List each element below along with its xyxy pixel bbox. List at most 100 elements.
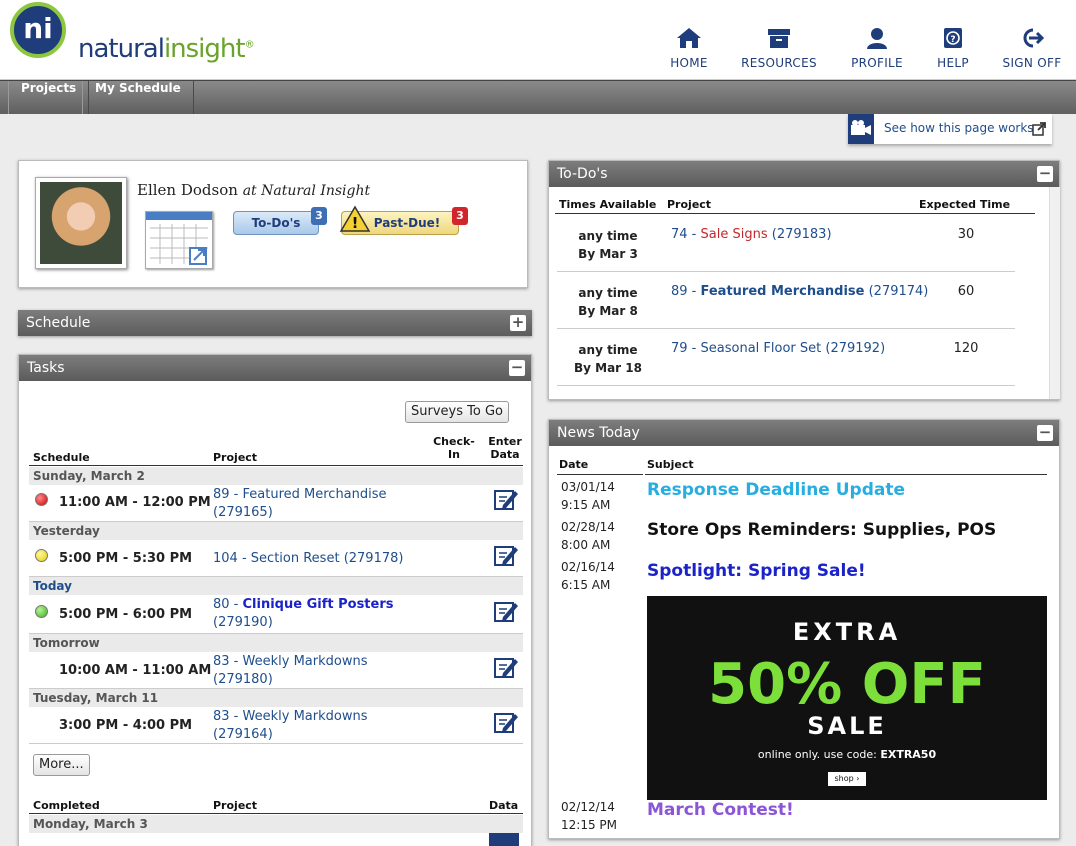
enter-data-icon[interactable] xyxy=(493,487,519,511)
task-project-link[interactable]: 80 - Clinique Gift Posters (279190) xyxy=(213,596,413,632)
completed-data-icon[interactable] xyxy=(489,833,519,846)
todos-scrollbar[interactable] xyxy=(1049,187,1060,399)
task-time: 3:00 PM - 4:00 PM xyxy=(59,718,193,733)
nav-help[interactable]: ? HELP xyxy=(908,26,998,70)
news-subject-link[interactable]: March Contest! xyxy=(647,800,794,820)
enter-data-icon[interactable] xyxy=(493,543,519,567)
col-completed: Completed xyxy=(33,799,100,812)
collapse-icon[interactable]: − xyxy=(1037,425,1053,441)
todos-panel-title: To-Do's xyxy=(557,166,608,182)
profile-card: Ellen Dodson at Natural Insight To-Do's … xyxy=(18,160,528,288)
external-link-icon xyxy=(1032,122,1046,136)
status-yellow-icon xyxy=(35,549,48,562)
col-check-in: Check- In xyxy=(431,435,477,461)
promo-line-percent: 50% OFF xyxy=(708,652,986,717)
promo-line-extra: EXTRA xyxy=(792,618,902,646)
col-news-date: Date xyxy=(559,458,589,471)
news-date: 02/28/14 8:00 AM xyxy=(561,520,615,552)
sub-navigation: Projects My Schedule xyxy=(0,80,1076,114)
nav-home-label: HOME xyxy=(670,56,708,70)
subnav-projects[interactable]: Projects xyxy=(8,81,90,114)
nav-sign-off-label: SIGN OFF xyxy=(1002,56,1062,70)
col-expected-time: Expected Time xyxy=(919,198,1011,211)
promo-shop-button[interactable]: shop › xyxy=(828,772,866,786)
day-header: Tomorrow xyxy=(29,634,523,652)
avatar xyxy=(35,177,127,269)
task-project-link[interactable]: 83 - Weekly Markdowns (279180) xyxy=(213,653,403,689)
nav-sign-off[interactable]: SIGN OFF xyxy=(987,26,1076,70)
task-time: 10:00 AM - 11:00 AM xyxy=(59,663,212,678)
todos-button[interactable]: To-Do's xyxy=(233,211,319,235)
todo-project-link[interactable]: 89 - Featured Merchandise (279174) xyxy=(671,284,928,299)
svg-text:?: ? xyxy=(950,35,955,45)
profile-company: at Natural Insight xyxy=(242,183,371,199)
calendar-icon xyxy=(150,224,208,265)
logo-text-insight: insight xyxy=(163,34,246,64)
logo-text-natural: natural xyxy=(78,34,165,64)
day-header: Sunday, March 2 xyxy=(29,467,523,485)
nav-resources[interactable]: RESOURCES xyxy=(734,26,824,70)
resources-icon xyxy=(768,29,790,48)
more-button[interactable]: More... xyxy=(33,754,90,776)
collapse-icon[interactable]: − xyxy=(1037,166,1053,182)
news-subject-link[interactable]: Response Deadline Update xyxy=(647,480,905,500)
logo-registered: ® xyxy=(244,39,255,51)
task-project-link[interactable]: 104 - Section Reset (279178) xyxy=(213,551,403,566)
sign-off-icon xyxy=(1023,28,1045,48)
video-camera-icon xyxy=(848,114,874,144)
news-date: 02/12/14 12:15 PM xyxy=(561,800,617,832)
nav-help-label: HELP xyxy=(937,56,969,70)
subnav-my-schedule[interactable]: My Schedule xyxy=(82,81,194,114)
home-icon xyxy=(677,28,701,48)
enter-data-icon[interactable] xyxy=(493,655,519,679)
tasks-panel: Tasks − Surveys To Go Schedule Project C… xyxy=(18,354,532,846)
todo-time: any time By Mar 18 xyxy=(574,343,642,375)
tasks-panel-header: Tasks − xyxy=(19,355,531,381)
expand-icon[interactable]: + xyxy=(510,315,526,331)
col-check-in-line2: In xyxy=(448,448,460,461)
enter-data-icon[interactable] xyxy=(493,710,519,734)
col-todo-project: Project xyxy=(667,198,712,211)
surveys-to-go-button[interactable]: Surveys To Go xyxy=(405,401,509,423)
task-project-link[interactable]: 89 - Featured Merchandise (279165) xyxy=(213,486,403,522)
todos-panel-header: To-Do's − xyxy=(549,161,1059,187)
logo-text[interactable]: naturalinsight® xyxy=(78,34,255,64)
task-time: 5:00 PM - 5:30 PM xyxy=(59,551,193,566)
todo-project-link[interactable]: 79 - Seasonal Floor Set (279192) xyxy=(671,341,885,356)
col-enter-data-line1: Enter xyxy=(488,435,522,448)
col-completed-project: Project xyxy=(213,799,258,812)
task-project-link[interactable]: 83 - Weekly Markdowns (279164) xyxy=(213,708,403,744)
todos-panel: To-Do's − Times Available Project Expect… xyxy=(548,160,1060,400)
todo-time: any time By Mar 3 xyxy=(578,229,638,261)
logo-mark[interactable]: ni xyxy=(10,2,66,58)
todo-expected: 120 xyxy=(953,341,979,356)
nav-home[interactable]: HOME xyxy=(644,26,734,70)
profile-icon xyxy=(867,28,887,49)
day-header-today: Today xyxy=(29,577,523,595)
col-schedule: Schedule xyxy=(33,451,90,464)
day-header: Yesterday xyxy=(29,522,523,540)
todo-time: any time By Mar 8 xyxy=(578,286,638,318)
help-icon: ? xyxy=(944,28,962,48)
nav-resources-label: RESOURCES xyxy=(741,56,817,70)
col-project: Project xyxy=(213,451,258,464)
sale-promo-banner[interactable]: EXTRA 50% OFF SALE online only. use code… xyxy=(647,596,1047,800)
news-date: 03/01/14 9:15 AM xyxy=(561,480,615,512)
collapse-icon[interactable]: − xyxy=(509,360,525,376)
promo-code-line: online only. use code: EXTRA50 xyxy=(757,748,937,761)
col-times-available: Times Available xyxy=(559,198,657,211)
schedule-panel: Schedule + xyxy=(18,310,532,336)
schedule-panel-header[interactable]: Schedule + xyxy=(18,310,532,336)
profile-name-line: Ellen Dodson at Natural Insight xyxy=(137,181,370,199)
news-subject-link[interactable]: Store Ops Reminders: Supplies, POS xyxy=(647,520,996,540)
warning-icon: ! xyxy=(339,205,371,232)
col-news-subject: Subject xyxy=(647,458,694,471)
tasks-panel-title: Tasks xyxy=(27,360,65,376)
day-header: Monday, March 3 xyxy=(29,815,523,833)
calendar-launch-button[interactable] xyxy=(145,211,213,269)
help-video-link[interactable]: See how this page works xyxy=(848,114,1052,144)
svg-text:!: ! xyxy=(352,214,359,232)
todo-project-link[interactable]: 74 - Sale Signs (279183) xyxy=(671,227,832,242)
enter-data-icon[interactable] xyxy=(493,599,519,623)
news-subject-link[interactable]: Spotlight: Spring Sale! xyxy=(647,561,866,581)
